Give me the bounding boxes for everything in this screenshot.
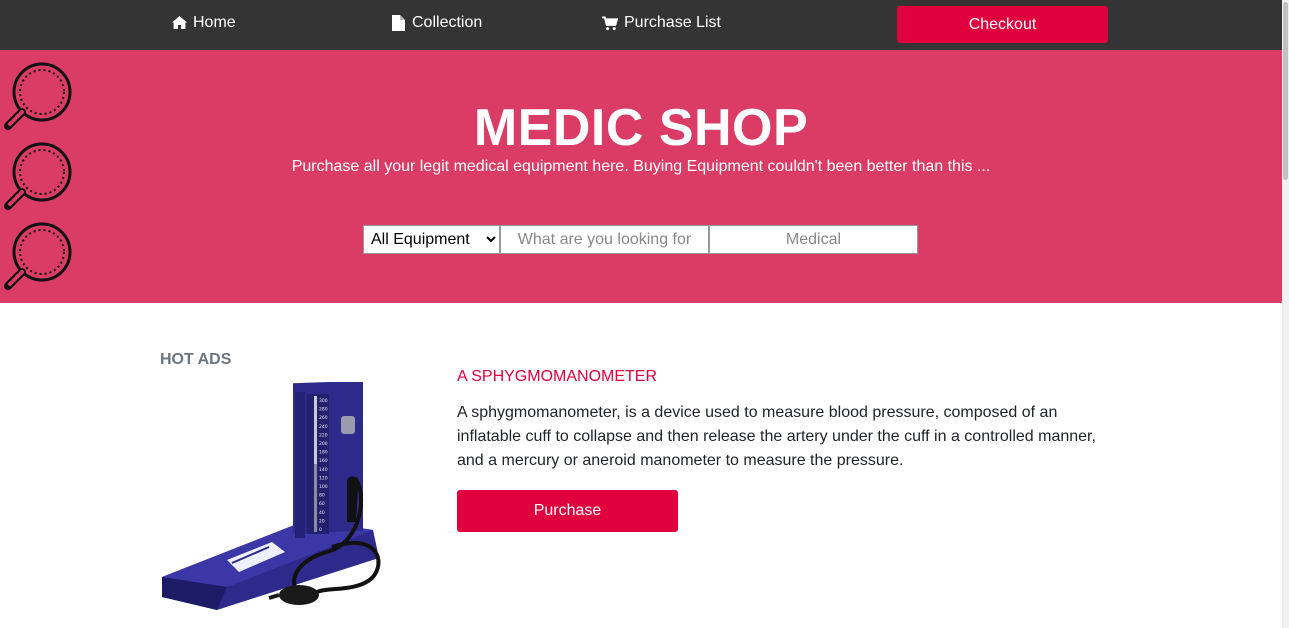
magnifier-icon <box>4 222 72 290</box>
scrollbar-thumb[interactable] <box>1283 2 1288 180</box>
gauge-tick-label: 40 <box>319 510 325 516</box>
gauge-tick-label: 20 <box>319 518 325 524</box>
hot-ads-heading: HOT ADS <box>160 351 232 368</box>
gauge-tick-label: 260 <box>319 415 328 421</box>
gauge-tick-label: 240 <box>319 424 328 430</box>
checkout-button[interactable]: Checkout <box>897 6 1108 43</box>
gauge-tick-label: 120 <box>319 475 328 481</box>
gauge-tick-label: 200 <box>319 441 328 447</box>
sphygmomanometer-image: 3002802602402202001801601401201008060402… <box>162 382 381 610</box>
product-description: A sphygmomanometer, is a device used to … <box>457 404 1096 469</box>
nav-collection-link[interactable]: Collection <box>390 14 482 32</box>
gauge-tick-label: 160 <box>319 458 328 464</box>
page-scrollbar[interactable] <box>1282 0 1289 628</box>
shopping-cart-icon <box>602 15 618 31</box>
gauge-tick-label: 180 <box>319 450 328 456</box>
hero-banner: MEDIC SHOP Purchase all your legit medic… <box>0 50 1282 303</box>
gauge-tick-label: 280 <box>319 407 328 413</box>
hero-subtitle: Purchase all your legit medical equipmen… <box>291 158 991 175</box>
gauge-tick-label: 140 <box>319 467 328 473</box>
nav-purchase-list-link[interactable]: Purchase List <box>602 14 721 32</box>
page-title: MEDIC SHOP <box>473 99 809 157</box>
gauge-tick-label: 60 <box>319 501 325 507</box>
search-bar: All Equipment <box>363 225 918 254</box>
home-icon <box>171 15 187 31</box>
nav-collection-label: Collection <box>412 14 483 31</box>
file-icon <box>390 15 406 31</box>
category-select[interactable]: All Equipment <box>363 225 500 254</box>
gauge-tick-label: 80 <box>319 493 325 499</box>
nav-home-label: Home <box>193 14 236 31</box>
search-input[interactable] <box>500 225 709 254</box>
purchase-button[interactable]: Purchase <box>457 490 678 532</box>
gauge-tick-label: 0 <box>319 527 322 533</box>
product-title: A SPHYGMOMANOMETER <box>457 368 658 385</box>
gauge-tick-label: 220 <box>319 432 328 438</box>
nav-purchase-list-label: Purchase List <box>624 14 721 31</box>
top-navbar: Home Collection Purchase List Checkout <box>0 0 1282 50</box>
gauge-tick-label: 100 <box>319 484 328 490</box>
nav-home-link[interactable]: Home <box>171 14 236 32</box>
category-tag-input[interactable] <box>709 225 918 254</box>
gauge-tick-label: 300 <box>319 398 328 404</box>
